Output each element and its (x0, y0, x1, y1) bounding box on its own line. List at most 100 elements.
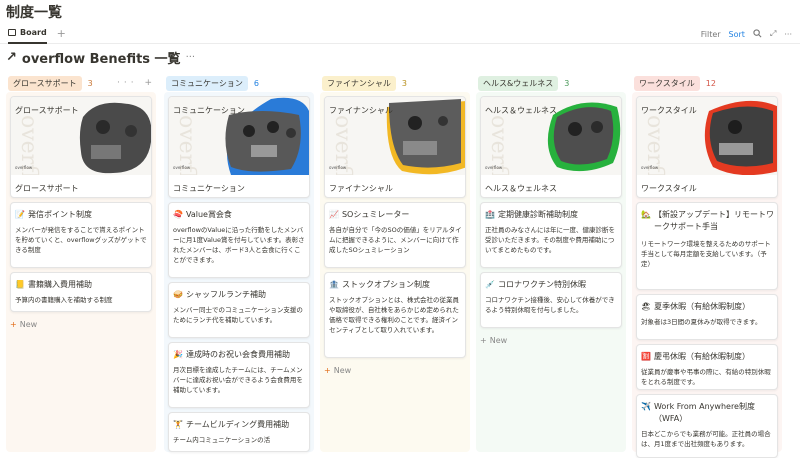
list-item[interactable]: 🏡 【新設アップデート】リモートワークサポート手当 リモートワーク環境を整えるため… (636, 202, 778, 290)
column-body: overflow ワークスタイル overflow ワークスタイル 🏡 【新設アッ… (632, 92, 782, 458)
card-cover-image: overflow ワークスタイル overflow (637, 97, 777, 175)
cover-card[interactable]: overflow ワークスタイル overflow ワークスタイル (636, 96, 778, 198)
list-item[interactable]: 🏦 ストックオプション制度 ストックオプションとは、株式会社の従業員や取締役が、自… (324, 272, 466, 358)
column-count: 6 (253, 78, 259, 88)
card-description: 月次目標を達成したチームには、チームメンバーに達成お祝い会ができるよう会食費用を… (173, 366, 303, 394)
card-description: 各自が自分で「今のSOの価値」をリアルタイムに把握できるように、メンバーに向けて… (329, 226, 462, 254)
column-label: グロースサポート (8, 75, 82, 91)
card-icon: 📝 (15, 210, 25, 219)
column-label: コミュニケーション (166, 75, 248, 91)
column-body: overflow コミュニケーション overflow コミュニケーション 🍣 V… (164, 92, 314, 452)
card-icon: ✈️ (641, 402, 651, 411)
list-item[interactable]: 💉 コロナワクチン特別休暇 コロナワクチン接種後、安心して休養ができるよう特別休暇… (480, 272, 622, 328)
card-description: overflowのValueに沿った行動をしたメンバーに月1度Value賞を付与… (173, 226, 305, 264)
sort-button[interactable]: Sort (729, 30, 745, 39)
card-title: コミュニケーション (173, 184, 245, 193)
card-title: 夏季休暇（有給休暇制度） (654, 302, 751, 311)
new-card-button[interactable]: + New (480, 336, 507, 345)
list-item[interactable]: 🎉 達成時のお祝い会食費用補助 月次目標を達成したチームには、チームメンバーに達成… (168, 342, 310, 408)
cover-card[interactable]: overflow ファイナンシャル overflow ファイナンシャル (324, 96, 466, 198)
cover-label: ヘルス＆ウェルネス (485, 106, 557, 115)
card-cover-image: overflow ファイナンシャル overflow (325, 97, 465, 175)
list-item[interactable]: 🏋 チームビルディング費用補助 チーム内コミュニケーションの活 (168, 412, 310, 452)
list-item[interactable]: 📝 発信ポイント制度 メンバーが発信をすることで貰えるポイントを貯めていくと、ov… (10, 202, 152, 268)
cover-logo: overflow (485, 165, 503, 170)
card-title: チームビルディング費用補助 (185, 420, 290, 429)
cover-logo: overflow (329, 165, 347, 170)
column-financial: ファイナンシャル 3 overflow ファイナンシャル overflow ファ… (320, 74, 470, 452)
column-header[interactable]: ファイナンシャル 3 (320, 74, 470, 92)
cover-logo: overflow (173, 165, 191, 170)
filter-button[interactable]: Filter (701, 30, 721, 39)
column-health-wellness: ヘルス&ウェルネス 3 overflow ヘルス＆ウェルネス overflow … (476, 74, 626, 452)
card-icon: 🏋 (173, 420, 183, 429)
database-more-icon[interactable]: ··· (186, 52, 196, 63)
list-item[interactable]: 📒 書籍購入費用補助 予算内の書籍購入を補助する制度 (10, 272, 152, 312)
arrow-icon: ↗ (6, 50, 17, 65)
card-description: 予算内の書籍購入を補助する制度 (15, 296, 113, 304)
add-view-button[interactable]: + (57, 27, 66, 40)
card-title: Value賞会食 (185, 210, 232, 219)
card-icon: 🍣 (173, 210, 183, 219)
column-header[interactable]: ワークスタイル 12 (632, 74, 782, 92)
column-header[interactable]: ヘルス&ウェルネス 3 (476, 74, 626, 92)
list-item[interactable]: ✈️ Work From Anywhere制度（WFA） 日本どこからでも業務が可… (636, 394, 778, 458)
card-title: Work From Anywhere制度（WFA） (653, 402, 755, 423)
card-cover-image: overflow ヘルス＆ウェルネス overflow (481, 97, 621, 175)
cover-label: グロースサポート (15, 106, 79, 115)
board-icon (8, 29, 16, 36)
column-header[interactable]: グロースサポート 3 ··· + (6, 74, 156, 92)
card-title: 達成時のお祝い会食費用補助 (185, 350, 290, 359)
card-icon: 🏖 (641, 302, 652, 311)
cover-label: ワークスタイル (641, 106, 697, 115)
card-title: ヘルス＆ウェルネス (485, 184, 557, 193)
list-item[interactable]: 📈 SOシュミレーター 各自が自分で「今のSOの価値」をリアルタイムに把握できるよ… (324, 202, 466, 268)
column-actions-icon[interactable]: ··· + (117, 78, 156, 88)
column-label: ワークスタイル (634, 75, 700, 91)
page-header: 制度一覧 (0, 0, 800, 24)
view-toolbar: Board + Filter Sort ⤢ ··· (0, 24, 800, 44)
cover-card[interactable]: overflow コミュニケーション overflow コミュニケーション (168, 96, 310, 198)
list-item[interactable]: 🈹 慶弔休暇（有給休暇制度） 従業員が慶事や弔事の際に、有給の特別休暇をとれる制度… (636, 344, 778, 390)
card-icon: 🏡 (641, 210, 651, 219)
cover-card[interactable]: overflow グロースサポート overflow グロースサポート (10, 96, 152, 198)
card-title: グロースサポート (15, 184, 79, 193)
list-item[interactable]: 🍣 Value賞会食 overflowのValueに沿った行動をしたメンバーに月1… (168, 202, 310, 278)
cover-card[interactable]: overflow ヘルス＆ウェルネス overflow ヘルス＆ウェルネス (480, 96, 622, 198)
tab-board[interactable]: Board (8, 24, 47, 44)
card-title: コロナワクチン特別休暇 (497, 280, 586, 289)
column-body: overflow グロースサポート overflow グロースサポート 📝 発信ポ… (6, 92, 156, 452)
card-title: 発信ポイント制度 (27, 210, 92, 219)
card-description: 対象者は3日間の夏休みが取得できます。 (641, 318, 762, 326)
column-header[interactable]: コミュニケーション 6 (164, 74, 314, 92)
column-count: 3 (401, 78, 407, 88)
card-description: ストックオプションとは、株式会社の従業員や取締役が、自社株をあらかじめ定められた… (329, 296, 459, 334)
new-card-button[interactable]: + New (324, 366, 351, 375)
card-cover-image: overflow グロースサポート overflow (11, 97, 151, 175)
card-cover-image: overflow コミュニケーション overflow (169, 97, 309, 175)
card-description: 従業員が慶事や弔事の際に、有給の特別休暇をとれる制度です。 (641, 368, 771, 386)
cover-logo: overflow (15, 165, 33, 170)
column-body: overflow ファイナンシャル overflow ファイナンシャル 📈 SOシ… (320, 92, 470, 452)
database-title[interactable]: ↗ overflow Benefits 一覧 ··· (6, 48, 195, 67)
column-growth-support: グロースサポート 3 ··· + overflow グロースサポート overf… (6, 74, 156, 452)
card-description: 日本どこからでも業務が可能。正社員の場合は、月1度まで出社頻度もあります。 (641, 430, 771, 448)
column-count: 3 (87, 78, 93, 88)
list-item[interactable]: 🏖 夏季休暇（有給休暇制度） 対象者は3日間の夏休みが取得できます。 (636, 294, 778, 340)
list-item[interactable]: 🥪 シャッフルランチ補助 メンバー同士でのコミュニケーション支援のためにランチ代を… (168, 282, 310, 338)
card-icon: 💉 (485, 280, 495, 289)
database-title-text: overflow Benefits 一覧 (21, 52, 181, 67)
new-card-button[interactable]: + New (10, 320, 37, 329)
card-title: ワークスタイル (641, 184, 697, 193)
card-icon: 🈹 (641, 352, 651, 361)
cover-logo: overflow (641, 165, 659, 170)
list-item[interactable]: 🏥 定期健康診断補助制度 正社員のみなさんには年に一度、健康診断を受診いただきます… (480, 202, 622, 268)
search-icon[interactable] (753, 28, 762, 40)
expand-icon[interactable]: ⤢ (770, 29, 776, 39)
cover-label: ファイナンシャル (329, 106, 393, 115)
card-title: 書籍購入費用補助 (27, 280, 92, 289)
more-icon[interactable]: ··· (784, 30, 792, 39)
card-icon: 📈 (329, 210, 339, 219)
card-title: SOシュミレーター (341, 210, 410, 219)
column-label: ファイナンシャル (322, 75, 396, 91)
